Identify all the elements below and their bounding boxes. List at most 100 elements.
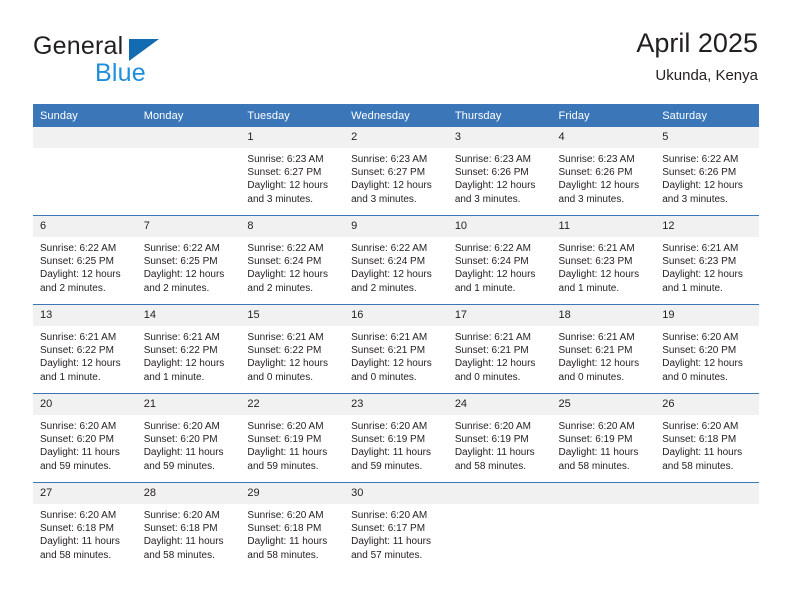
day-details: Sunrise: 6:20 AM Sunset: 6:19 PM Daylight:… — [448, 415, 552, 473]
calendar-week-row: 1 Sunrise: 6:23 AM Sunset: 6:27 PM Daylight… — [33, 127, 759, 216]
day-number: 24 — [447, 394, 552, 415]
calendar-day-cell[interactable]: 7 Sunrise: 6:22 AM Sunset: 6:25 PM Daylight… — [136, 215, 241, 305]
sunset-text: Sunset: 6:23 PM — [662, 256, 737, 268]
calendar-day-cell[interactable]: 2 Sunrise: 6:23 AM Sunset: 6:27 PM Daylight… — [344, 127, 448, 216]
calendar-week-row: 6 Sunrise: 6:22 AM Sunset: 6:25 PM Daylight… — [33, 215, 759, 305]
day-number — [655, 483, 759, 504]
day-details: Sunrise: 6:22 AM Sunset: 6:24 PM Daylight:… — [344, 237, 448, 295]
sunrise-text: Sunrise: 6:22 AM — [143, 243, 220, 254]
page-subtitle: Ukunda, Kenya — [655, 67, 758, 84]
calendar-day-cell[interactable]: 29 Sunrise: 6:20 AM Sunset: 6:18 PM Dayligh… — [240, 482, 345, 571]
daylight-text-line2: and 59 minutes. — [247, 460, 319, 472]
daylight-text-line2: and 59 minutes. — [351, 460, 423, 472]
calendar-week-row: 20 Sunrise: 6:20 AM Sunset: 6:20 PM Dayligh… — [33, 393, 759, 483]
calendar-day-cell[interactable]: 11 Sunrise: 6:21 AM Sunset: 6:23 PM Dayligh… — [551, 215, 656, 305]
daylight-text-line1: Daylight: 11 hours — [351, 536, 431, 548]
calendar-week-row: 27 Sunrise: 6:20 AM Sunset: 6:18 PM Dayligh… — [33, 482, 759, 571]
calendar-day-cell[interactable]: 25 Sunrise: 6:20 AM Sunset: 6:19 PM Dayligh… — [551, 393, 656, 483]
brand-logo[interactable]: General Blue — [33, 27, 253, 89]
daylight-text-line2: and 3 minutes. — [558, 193, 625, 205]
daylight-text-line1: Daylight: 11 hours — [247, 536, 328, 548]
sunrise-text: Sunrise: 6:21 AM — [662, 243, 739, 254]
calendar-day-cell[interactable]: 5 Sunrise: 6:22 AM Sunset: 6:26 PM Daylight… — [655, 127, 759, 216]
daylight-text-line2: and 0 minutes. — [351, 371, 417, 383]
calendar-day-cell[interactable]: 17 Sunrise: 6:21 AM Sunset: 6:21 PM Dayligh… — [447, 304, 552, 394]
calendar-day-cell[interactable]: 15 Sunrise: 6:21 AM Sunset: 6:22 PM Dayligh… — [240, 304, 345, 394]
sunset-text: Sunset: 6:23 PM — [558, 256, 633, 268]
day-details: Sunrise: 6:20 AM Sunset: 6:18 PM Daylight:… — [240, 504, 344, 562]
calendar-day-cell[interactable]: 10 Sunrise: 6:22 AM Sunset: 6:24 PM Dayligh… — [447, 215, 552, 305]
daylight-text-line1: Daylight: 12 hours — [247, 180, 329, 192]
daylight-text-line1: Daylight: 11 hours — [351, 447, 431, 459]
calendar-cell-empty — [447, 482, 552, 571]
daylight-text-line2: and 1 minute. — [40, 371, 101, 383]
day-number: 8 — [240, 216, 345, 237]
calendar-day-cell[interactable]: 16 Sunrise: 6:21 AM Sunset: 6:21 PM Dayligh… — [344, 304, 448, 394]
sunset-text: Sunset: 6:21 PM — [558, 345, 633, 357]
day-details: Sunrise: 6:20 AM Sunset: 6:17 PM Daylight:… — [344, 504, 448, 562]
calendar-day-cell[interactable]: 14 Sunrise: 6:21 AM Sunset: 6:22 PM Dayligh… — [136, 304, 241, 394]
sunrise-text: Sunrise: 6:20 AM — [247, 421, 324, 432]
day-number: 19 — [655, 305, 759, 326]
sunrise-text: Sunrise: 6:20 AM — [454, 421, 531, 432]
calendar-day-cell[interactable]: 26 Sunrise: 6:20 AM Sunset: 6:18 PM Dayligh… — [655, 393, 759, 483]
calendar-day-cell[interactable]: 28 Sunrise: 6:20 AM Sunset: 6:18 PM Dayligh… — [136, 482, 241, 571]
calendar-day-cell[interactable]: 9 Sunrise: 6:22 AM Sunset: 6:24 PM Daylight… — [344, 215, 448, 305]
daylight-text-line2: and 1 minute. — [143, 371, 205, 383]
daylight-text-line1: Daylight: 12 hours — [351, 180, 432, 192]
sunrise-text: Sunrise: 6:21 AM — [247, 332, 324, 343]
calendar-day-cell[interactable]: 3 Sunrise: 6:23 AM Sunset: 6:26 PM Daylight… — [447, 127, 552, 216]
daylight-text-line2: and 3 minutes. — [454, 193, 521, 205]
calendar-day-cell[interactable]: 22 Sunrise: 6:20 AM Sunset: 6:19 PM Dayligh… — [240, 393, 345, 483]
day-number: 1 — [240, 127, 345, 148]
sunset-text: Sunset: 6:25 PM — [143, 256, 218, 268]
day-number: 27 — [33, 483, 137, 504]
day-number: 21 — [136, 394, 241, 415]
sunrise-text: Sunrise: 6:23 AM — [247, 154, 324, 165]
calendar-day-cell[interactable]: 18 Sunrise: 6:21 AM Sunset: 6:21 PM Dayligh… — [551, 304, 656, 394]
calendar-day-cell[interactable]: 30 Sunrise: 6:20 AM Sunset: 6:17 PM Dayligh… — [344, 482, 448, 571]
day-number: 29 — [240, 483, 345, 504]
day-details: Sunrise: 6:20 AM Sunset: 6:20 PM Daylight:… — [137, 415, 241, 473]
sunset-text: Sunset: 6:21 PM — [454, 345, 529, 357]
day-details: Sunrise: 6:21 AM Sunset: 6:23 PM Daylight:… — [552, 237, 656, 295]
sunset-text: Sunset: 6:17 PM — [351, 523, 426, 535]
calendar-day-cell[interactable]: 12 Sunrise: 6:21 AM Sunset: 6:23 PM Dayligh… — [655, 215, 759, 305]
daylight-text-line2: and 3 minutes. — [662, 193, 728, 205]
sunset-text: Sunset: 6:26 PM — [662, 167, 737, 179]
sunset-text: Sunset: 6:24 PM — [351, 256, 426, 268]
daylight-text-line1: Daylight: 12 hours — [558, 358, 640, 370]
sunrise-text: Sunrise: 6:21 AM — [558, 243, 635, 254]
day-details: Sunrise: 6:22 AM Sunset: 6:24 PM Daylight:… — [240, 237, 344, 295]
day-number: 6 — [33, 216, 137, 237]
sunrise-text: Sunrise: 6:20 AM — [662, 421, 739, 432]
sunrise-text: Sunrise: 6:23 AM — [454, 154, 531, 165]
daylight-text-line1: Daylight: 11 hours — [40, 536, 120, 548]
day-details: Sunrise: 6:23 AM Sunset: 6:27 PM Daylight:… — [240, 148, 344, 206]
calendar-day-cell[interactable]: 20 Sunrise: 6:20 AM Sunset: 6:20 PM Dayligh… — [33, 393, 137, 483]
sunset-text: Sunset: 6:21 PM — [351, 345, 426, 357]
day-number: 7 — [136, 216, 241, 237]
calendar-day-cell[interactable]: 23 Sunrise: 6:20 AM Sunset: 6:19 PM Dayligh… — [344, 393, 448, 483]
calendar-day-cell[interactable]: 6 Sunrise: 6:22 AM Sunset: 6:25 PM Daylight… — [33, 215, 137, 305]
calendar-day-cell[interactable]: 13 Sunrise: 6:21 AM Sunset: 6:22 PM Dayligh… — [33, 304, 137, 394]
calendar-day-cell[interactable]: 27 Sunrise: 6:20 AM Sunset: 6:18 PM Dayligh… — [33, 482, 137, 571]
calendar-day-cell[interactable]: 8 Sunrise: 6:22 AM Sunset: 6:24 PM Daylight… — [240, 215, 345, 305]
daylight-text-line1: Daylight: 11 hours — [143, 536, 224, 548]
calendar-day-cell[interactable]: 1 Sunrise: 6:23 AM Sunset: 6:27 PM Daylight… — [240, 127, 345, 216]
sunrise-text: Sunrise: 6:21 AM — [558, 332, 635, 343]
calendar-day-cell[interactable]: 19 Sunrise: 6:20 AM Sunset: 6:20 PM Dayligh… — [655, 304, 759, 394]
daylight-text-line2: and 2 minutes. — [351, 282, 417, 294]
weekday-header-tuesday: Tuesday — [240, 104, 345, 127]
calendar-day-cell[interactable]: 4 Sunrise: 6:23 AM Sunset: 6:26 PM Daylight… — [551, 127, 656, 216]
brand-name-blue: Blue — [95, 59, 146, 87]
daylight-text-line1: Daylight: 12 hours — [454, 269, 536, 281]
daylight-text-line1: Daylight: 11 hours — [454, 447, 535, 459]
calendar-day-cell[interactable]: 21 Sunrise: 6:20 AM Sunset: 6:20 PM Dayligh… — [136, 393, 241, 483]
calendar-day-cell[interactable]: 24 Sunrise: 6:20 AM Sunset: 6:19 PM Dayligh… — [447, 393, 552, 483]
sunset-text: Sunset: 6:18 PM — [662, 434, 737, 446]
sunrise-text: Sunrise: 6:20 AM — [40, 421, 117, 432]
weekday-header-wednesday: Wednesday — [344, 104, 448, 127]
day-number: 17 — [447, 305, 552, 326]
day-details: Sunrise: 6:20 AM Sunset: 6:19 PM Daylight:… — [344, 415, 448, 473]
